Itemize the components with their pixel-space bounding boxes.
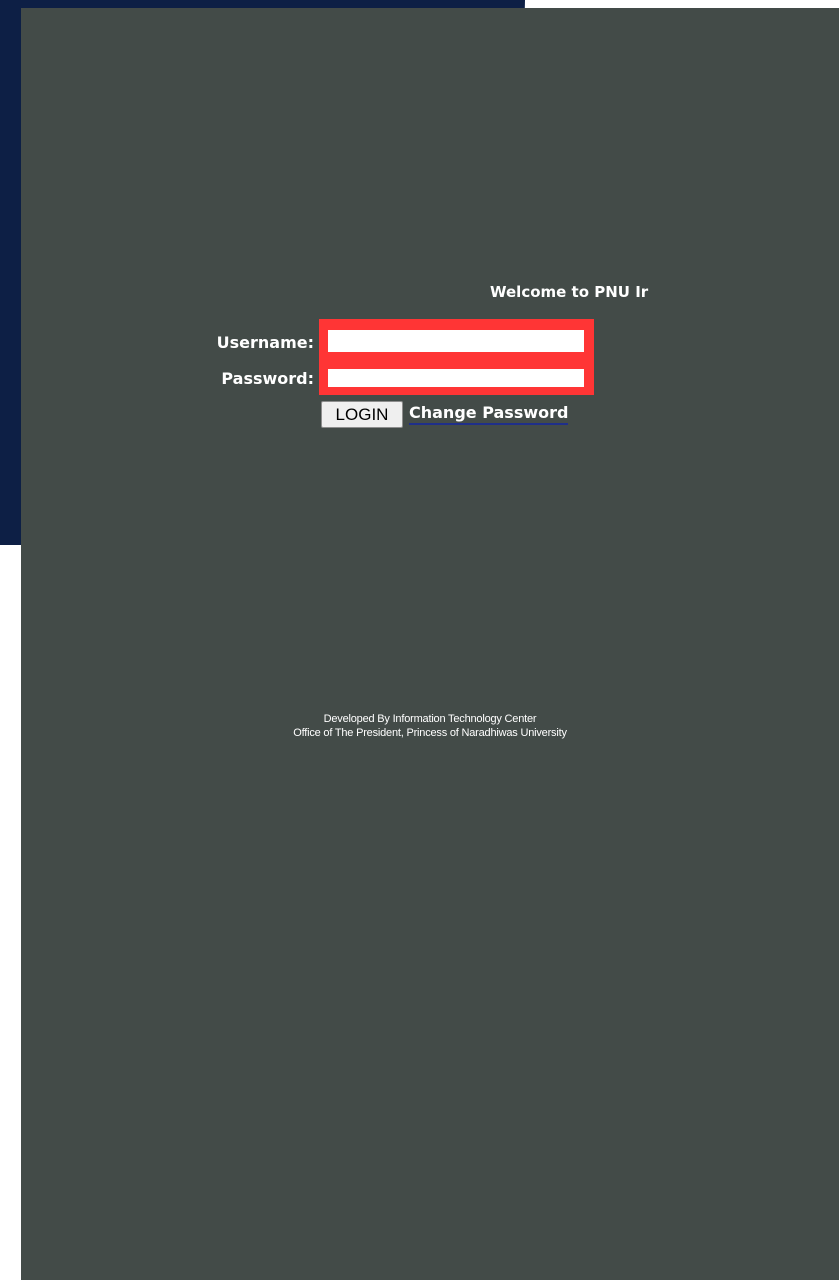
footer-line-developer: Developed By Information Technology Cent… <box>323 713 537 725</box>
username-label: Username: <box>216 333 314 352</box>
password-input[interactable] <box>328 369 584 387</box>
screen: Welcome to PNU Ir Username: Password: LO… <box>0 0 839 1280</box>
login-button[interactable]: LOGIN <box>321 401 403 428</box>
footer-credits: Developed By Information Technology Cent… <box>21 712 839 740</box>
login-page-panel <box>21 8 839 1280</box>
password-label: Password: <box>221 369 314 388</box>
change-password-link[interactable]: Change Password <box>409 403 569 425</box>
footer-line-office: Office of The President, Princess of Nar… <box>293 727 567 739</box>
welcome-heading: Welcome to PNU Ir <box>490 283 649 301</box>
username-input[interactable] <box>328 330 584 352</box>
